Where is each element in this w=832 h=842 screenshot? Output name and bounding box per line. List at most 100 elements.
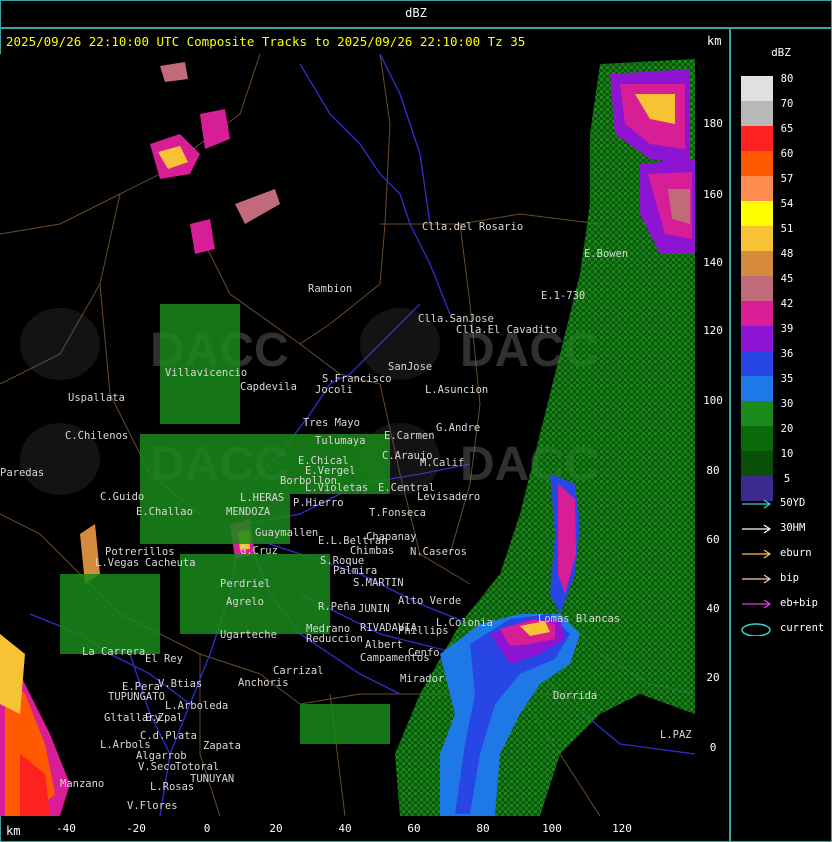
dbz-value-label: 51 [780,223,794,235]
dbz-swatch [741,376,773,401]
y-tick-label: 80 [706,464,720,477]
track-legend-item: eb+bip [740,597,830,611]
dbz-value-label: 5 [783,473,791,485]
svg-text:P.Hierro: P.Hierro [293,497,344,509]
dbz-value-label: 60 [780,148,794,160]
svg-text:Villavicencio: Villavicencio [165,367,247,379]
svg-text:MENDOZA: MENDOZA [226,506,271,518]
dbz-value-label: 65 [780,123,794,135]
svg-text:M.Calif: M.Calif [420,457,464,469]
dbz-value-label: 48 [780,248,794,260]
legend-unit-label: dBZ [771,46,791,59]
dbz-swatch [741,76,773,101]
y-tick-label: 120 [703,324,723,337]
svg-text:E.Carmen: E.Carmen [384,430,435,442]
svg-text:E.Bowen: E.Bowen [584,248,628,260]
svg-text:Mirador: Mirador [400,673,444,685]
svg-text:Lomas Blancas: Lomas Blancas [538,613,620,625]
svg-text:Alto Verde: Alto Verde [398,595,461,607]
svg-text:Palmira: Palmira [333,565,377,577]
svg-text:Reduccion: Reduccion [306,633,363,645]
svg-text:JUNIN: JUNIN [358,603,390,615]
svg-text:Paredas: Paredas [0,467,44,479]
composite-tracks-title: 2025/09/26 22:10:00 UTC Composite Tracks… [6,34,526,49]
svg-text:S.MARTIN: S.MARTIN [353,577,404,589]
svg-text:E.Challao: E.Challao [136,506,193,518]
current-ellipse-icon [741,623,771,636]
dbz-value-label: 42 [780,298,794,310]
dbz-swatch [741,301,773,326]
svg-text:El Rey: El Rey [145,653,183,665]
dbz-swatch [741,126,773,151]
svg-text:Anchoris: Anchoris [238,677,289,689]
svg-text:L.Asuncion: L.Asuncion [425,384,488,396]
x-tick-label: 80 [476,822,490,835]
svg-text:Guaymallen: Guaymallen [255,527,318,539]
svg-text:G.Cruz: G.Cruz [240,545,278,557]
y-tick-label: 40 [706,602,720,615]
radar-map[interactable]: DACC DACC DACC DACC [0,54,695,816]
dbz-value-label: 80 [780,73,794,85]
dbz-swatch [741,151,773,176]
dbz-value-label: 36 [780,348,794,360]
dbz-value-label: 39 [780,323,794,335]
svg-text:V.Flores: V.Flores [127,800,178,812]
x-tick-label: 20 [269,822,283,835]
track-legend-label: 50YD [780,497,806,509]
track-legend-item: 30HM [740,522,830,536]
dbz-value-label: 20 [780,423,794,435]
dbz-swatch [741,201,773,226]
svg-text:Dorrida: Dorrida [553,690,597,702]
y-tick-label: 140 [703,256,723,269]
svg-text:Capdevila: Capdevila [240,381,297,393]
svg-text:Ugarteche: Ugarteche [220,629,277,641]
svg-text:L.Vegas: L.Vegas [95,557,139,569]
track-arrow-icon [742,549,772,559]
svg-text:Jocoli: Jocoli [315,384,353,396]
svg-text:Totoral: Totoral [175,761,219,773]
x-tick-label: 100 [542,822,562,835]
track-legend-label: eb+bip [780,597,818,609]
svg-text:L.Violetas: L.Violetas [305,482,368,494]
svg-text:L.PAZ: L.PAZ [660,729,692,741]
track-arrow-icon [742,499,772,509]
svg-text:Manzano: Manzano [60,778,104,790]
x-tick-label: 40 [338,822,352,835]
dbz-swatch [741,276,773,301]
dbz-value-label: 57 [780,173,794,185]
svg-text:Cacheuta: Cacheuta [145,557,196,569]
dbz-value-label: 10 [780,448,794,460]
y-tick-label: 20 [706,671,720,684]
track-arrow-icon [742,574,772,584]
svg-text:Clla.El Cavadito: Clla.El Cavadito [456,324,557,336]
km-axis-label-right: km [707,34,722,48]
y-tick-label: 60 [706,533,720,546]
svg-text:La Carrera: La Carrera [82,646,145,658]
y-tick-label: 0 [709,741,717,754]
dbz-swatch [741,226,773,251]
x-tick-label: 0 [203,822,211,835]
km-axis-label-bottom: km [6,824,21,838]
dbz-value-label: 30 [780,398,794,410]
svg-text:E.1-730: E.1-730 [541,290,585,302]
dbz-value-label: 45 [780,273,794,285]
svg-text:E.Zpal: E.Zpal [145,712,183,724]
track-legend-item: bip [740,572,830,586]
x-tick-label: -20 [126,822,146,835]
svg-text:Zapata: Zapata [203,740,241,752]
track-legend-item: 50YD [740,497,830,511]
dbz-swatch [741,351,773,376]
dbz-value-label: 35 [780,373,794,385]
svg-text:Perdriel: Perdriel [220,578,271,590]
svg-text:Cenfo: Cenfo [408,647,440,659]
svg-text:TUPUNGATO: TUPUNGATO [108,691,165,703]
y-tick-label: 180 [703,117,723,130]
y-tick-label: 100 [703,394,723,407]
svg-text:V.Btias: V.Btias [158,678,202,690]
svg-text:Rambion: Rambion [308,283,352,295]
svg-text:V.Seco: V.Seco [138,761,176,773]
track-legend-label: current [780,622,825,634]
svg-text:Albert: Albert [365,639,403,651]
track-legend-item: eburn [740,547,830,561]
svg-text:C.Chilenos: C.Chilenos [65,430,128,442]
